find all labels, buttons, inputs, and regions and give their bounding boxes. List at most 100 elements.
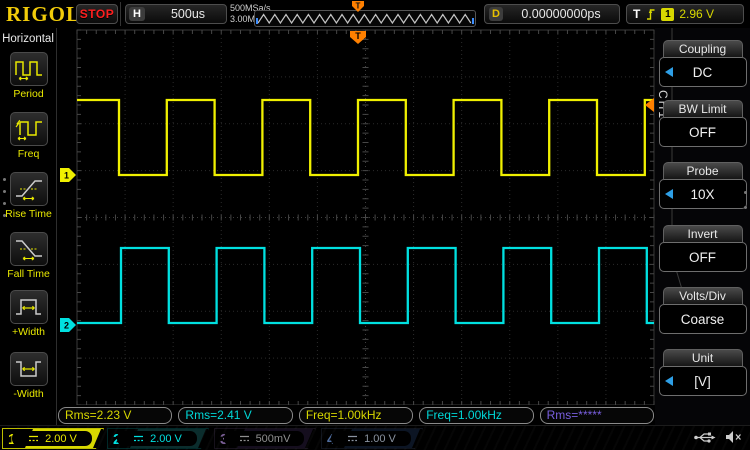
coupling-value: DC	[692, 64, 713, 80]
invert-value: OFF	[689, 249, 716, 265]
bw-limit-value: OFF	[689, 124, 716, 140]
channel-2-indicator[interactable]: 2 2.00 V	[107, 428, 209, 449]
trigger-delay-chip[interactable]: D 0.00000000ps	[484, 4, 620, 24]
measurement-freq-ch2: Freq=1.00kHz	[419, 406, 534, 424]
svg-text:2: 2	[64, 321, 69, 331]
menu-item-period[interactable]: Period	[0, 52, 57, 100]
minus-width-icon	[15, 361, 41, 377]
run-state-label: STOP	[79, 7, 115, 21]
horizontal-label: H	[129, 7, 145, 21]
unit-button[interactable]: [V]	[658, 366, 747, 396]
channel-3-scale: 500mV	[255, 432, 291, 445]
menu-item-label: +Width	[12, 326, 45, 338]
sound-muted-icon	[726, 431, 741, 443]
menu-item-label: Rise Time	[5, 208, 52, 220]
freq-icon	[15, 119, 42, 141]
unit-value: [V]	[694, 373, 711, 389]
invert-label: Invert	[662, 225, 743, 242]
menu-item-fall-time[interactable]: Fall Time	[0, 232, 57, 280]
svg-text:T: T	[355, 31, 361, 41]
menu-coupling: Coupling DC	[655, 40, 750, 87]
menu-item-rise-time[interactable]: Rise Time	[0, 172, 57, 220]
left-arrow-icon	[664, 67, 673, 77]
probe-button[interactable]: 10X	[658, 179, 747, 209]
right-soft-menu: CH1 Coupling DC BW Limit OFF Probe 10X I…	[655, 28, 750, 425]
left-arrow-icon	[664, 189, 673, 199]
usb-icon	[694, 432, 716, 443]
volts-div-button[interactable]: Coarse	[658, 304, 747, 334]
menu-volts-div: Volts/Div Coarse	[655, 287, 750, 334]
channel-4-indicator[interactable]: 4 1.00 V	[321, 428, 423, 449]
channel-1-scale: 2.00 V	[45, 432, 77, 445]
measurement-rms-invalid: Rms=*****	[539, 406, 655, 424]
menu-page-dot	[3, 190, 6, 193]
horizontal-scale-value: 500us	[170, 7, 206, 21]
scope-graticule: 1 2 T	[60, 29, 655, 406]
oscilloscope-screen: RIGOL STOP H 500us 500MSa/s 3.00M pts T …	[0, 0, 750, 450]
invert-button[interactable]: OFF	[658, 242, 747, 272]
dc-coupling-icon	[132, 434, 145, 443]
menu-page-dot	[744, 206, 747, 209]
menu-bw-limit: BW Limit OFF	[655, 100, 750, 147]
waveform-memory-preview[interactable]	[254, 10, 476, 27]
trigger-level-value: 2.96 V	[679, 7, 715, 21]
coupling-label: Coupling	[662, 40, 743, 57]
menu-invert: Invert OFF	[655, 225, 750, 272]
preview-waveform	[256, 13, 474, 25]
svg-text:T: T	[356, 2, 361, 11]
dc-coupling-icon	[346, 434, 359, 443]
system-status-icons	[693, 430, 742, 444]
left-menu-title: Horizontal	[2, 33, 54, 45]
dc-coupling-icon	[27, 434, 40, 443]
probe-value: 10X	[690, 186, 715, 202]
waveform-display-area: 1 2 T	[57, 28, 655, 406]
menu-page-dot	[3, 202, 6, 205]
unit-label: Unit	[662, 349, 743, 366]
channel-1-indicator[interactable]: 1 2.00 V	[2, 428, 104, 449]
top-status-bar: RIGOL STOP H 500us 500MSa/s 3.00M pts T …	[0, 0, 750, 28]
coupling-button[interactable]: DC	[658, 57, 747, 87]
left-function-menu: Horizontal Period Freq Rise Time Fall Ti…	[0, 28, 57, 425]
rise-time-icon	[15, 180, 42, 201]
measurement-rms-ch2: Rms=2.41 V	[178, 406, 293, 424]
menu-page-dot	[3, 214, 6, 217]
trigger-position-icon[interactable]: T	[351, 0, 365, 14]
probe-label: Probe	[662, 162, 743, 179]
ch1-waveform	[77, 98, 654, 177]
delay-value: 0.00000000ps	[521, 7, 601, 21]
channel-3-indicator[interactable]: 3 500mV	[214, 428, 316, 449]
delay-label: D	[489, 7, 503, 21]
menu-probe: Probe 10X	[655, 162, 750, 209]
rigol-logo: RIGOL	[6, 2, 82, 26]
svg-text:1: 1	[64, 171, 69, 181]
horizontal-scale-chip[interactable]: H 500us	[125, 4, 227, 24]
menu-item-freq[interactable]: Freq	[0, 112, 57, 160]
fall-time-icon	[15, 240, 42, 261]
menu-item-label: Period	[13, 88, 44, 100]
plus-width-icon	[15, 299, 41, 315]
bw-limit-label: BW Limit	[662, 100, 743, 117]
channel-4-scale: 1.00 V	[364, 432, 396, 445]
volts-div-label: Volts/Div	[662, 287, 743, 304]
channel-status-bar: 1 2.00 V 2 2.00 V 3	[0, 425, 750, 450]
menu-unit: Unit [V]	[655, 349, 750, 396]
run-state-button[interactable]: STOP	[76, 4, 118, 24]
menu-page-dot	[3, 178, 6, 181]
trigger-info-chip[interactable]: T 1 2.96 V	[626, 4, 744, 24]
bw-limit-button[interactable]: OFF	[658, 117, 747, 147]
period-icon	[14, 61, 42, 81]
measurement-rms-ch1: Rms=2.23 V	[58, 406, 173, 424]
menu-item-label: Freq	[17, 148, 40, 160]
menu-item-label: -Width	[13, 388, 44, 400]
menu-item-plus-width[interactable]: +Width	[0, 290, 57, 338]
menu-item-minus-width[interactable]: -Width	[0, 352, 57, 400]
measurement-bar: Rms=2.23 V Rms=2.41 V Freq=1.00kHz Freq=…	[57, 405, 655, 425]
volts-div-value: Coarse	[680, 311, 725, 327]
topbar-separator	[120, 2, 121, 26]
menu-item-label: Fall Time	[7, 268, 50, 280]
rising-edge-icon	[647, 9, 655, 20]
channel-2-scale: 2.00 V	[150, 432, 182, 445]
trigger-source-badge: 1	[661, 7, 675, 21]
measurement-freq-ch1: Freq=1.00kHz	[298, 406, 414, 424]
dc-coupling-icon	[238, 434, 251, 443]
